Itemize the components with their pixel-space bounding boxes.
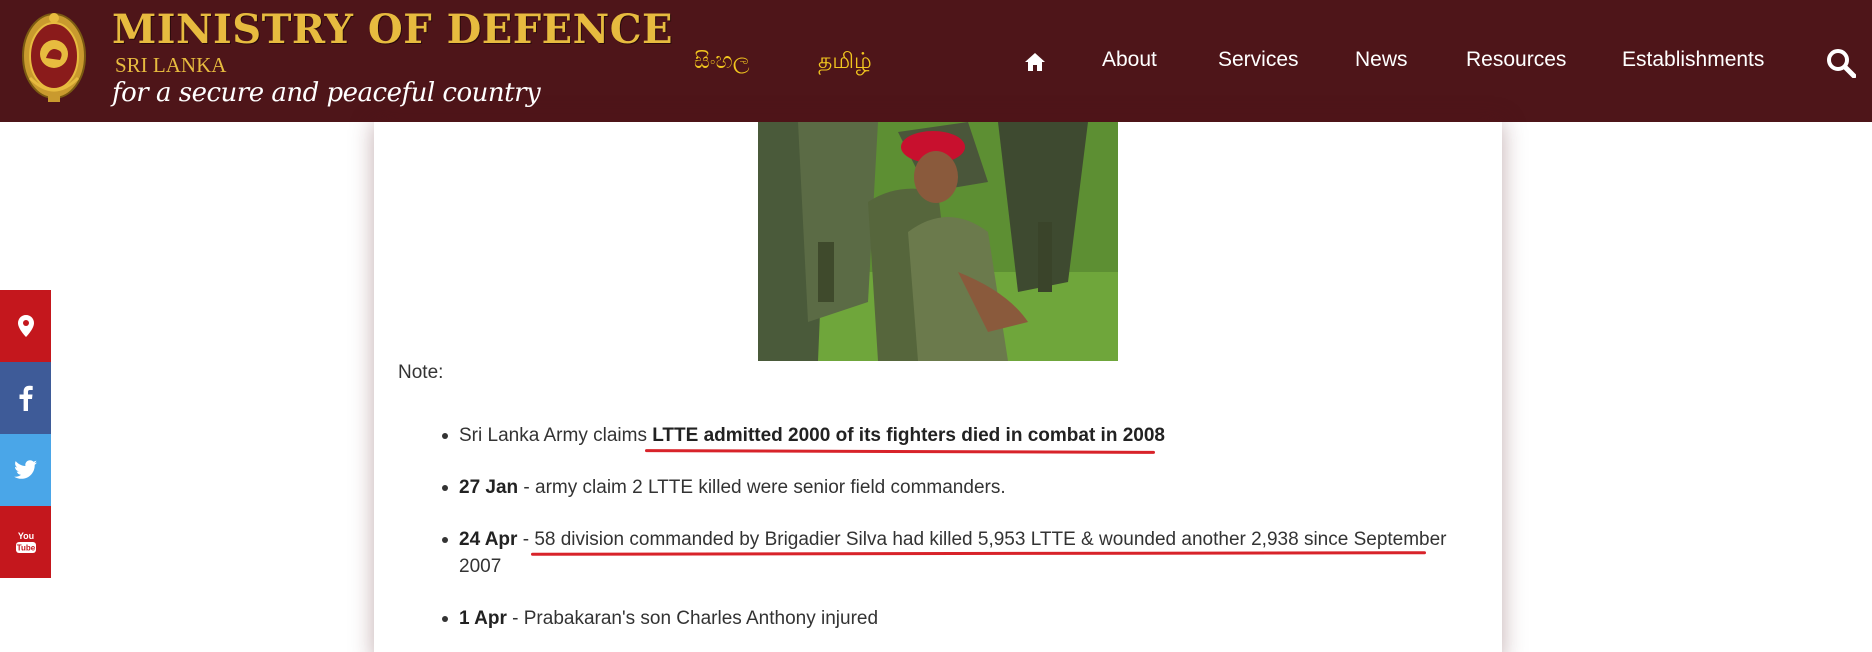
brand-country: SRI LANKA	[115, 53, 227, 77]
bullet-text: Sri Lanka Army claims	[459, 425, 653, 446]
location-pin-icon	[17, 315, 34, 337]
youtube-button[interactable]: You Tube	[0, 506, 51, 578]
bullet-date: 24 Apr	[459, 529, 518, 550]
bullet-date: 27 Jan	[459, 477, 519, 498]
note-label: Note:	[398, 362, 444, 383]
youtube-icon-label: Tube	[16, 544, 35, 553]
home-icon[interactable]	[1024, 52, 1046, 72]
nav-news[interactable]: News	[1355, 48, 1408, 72]
language-sinhala-link[interactable]: සිංහල	[694, 48, 750, 74]
twitter-button[interactable]	[0, 434, 51, 506]
list-item: 1 Apr - Prabakaran's son Charles Anthony…	[440, 605, 1450, 632]
nav-services[interactable]: Services	[1218, 48, 1299, 72]
article-photo	[758, 122, 1118, 361]
nav-about[interactable]: About	[1102, 48, 1157, 72]
nav-establishments[interactable]: Establishments	[1622, 48, 1764, 72]
brand-tagline: for a secure and peaceful country	[112, 78, 541, 108]
bullet-text: 2007	[459, 556, 502, 577]
nav-resources[interactable]: Resources	[1466, 48, 1566, 72]
youtube-icon-label: You	[17, 531, 33, 541]
twitter-icon	[13, 460, 37, 479]
bullet-date: 1 Apr	[459, 608, 507, 629]
youtube-icon: You Tube	[15, 531, 36, 553]
list-item: Sri Lanka Army claims LTTE admitted 2000…	[440, 422, 1450, 449]
language-tamil-link[interactable]: தமிழ்	[818, 48, 872, 77]
facebook-button[interactable]	[0, 362, 51, 434]
brand-title[interactable]: MINISTRY OF DEFENCE	[112, 6, 673, 53]
site-header: MINISTRY OF DEFENCE SRI LANKA for a secu…	[0, 0, 1872, 122]
bullet-text: - army claim 2 LTTE killed were senior f…	[518, 477, 1006, 498]
list-item: 27 Jan - army claim 2 LTTE killed were s…	[440, 474, 1450, 501]
bullet-text: - Prabakaran's son Charles Anthony injur…	[506, 608, 879, 629]
search-icon[interactable]	[1826, 48, 1856, 78]
location-button[interactable]	[0, 290, 51, 362]
bullet-bold: LTTE admitted 2000 of its fighters died …	[652, 425, 1165, 446]
facebook-icon	[19, 385, 33, 411]
national-emblem-icon[interactable]	[18, 8, 90, 108]
notes-list: Sri Lanka Army claims LTTE admitted 2000…	[440, 422, 1450, 652]
bullet-underlined-text: 58 division commanded by Brigadier Silva…	[534, 529, 1447, 550]
bullet-text: -	[517, 529, 535, 550]
